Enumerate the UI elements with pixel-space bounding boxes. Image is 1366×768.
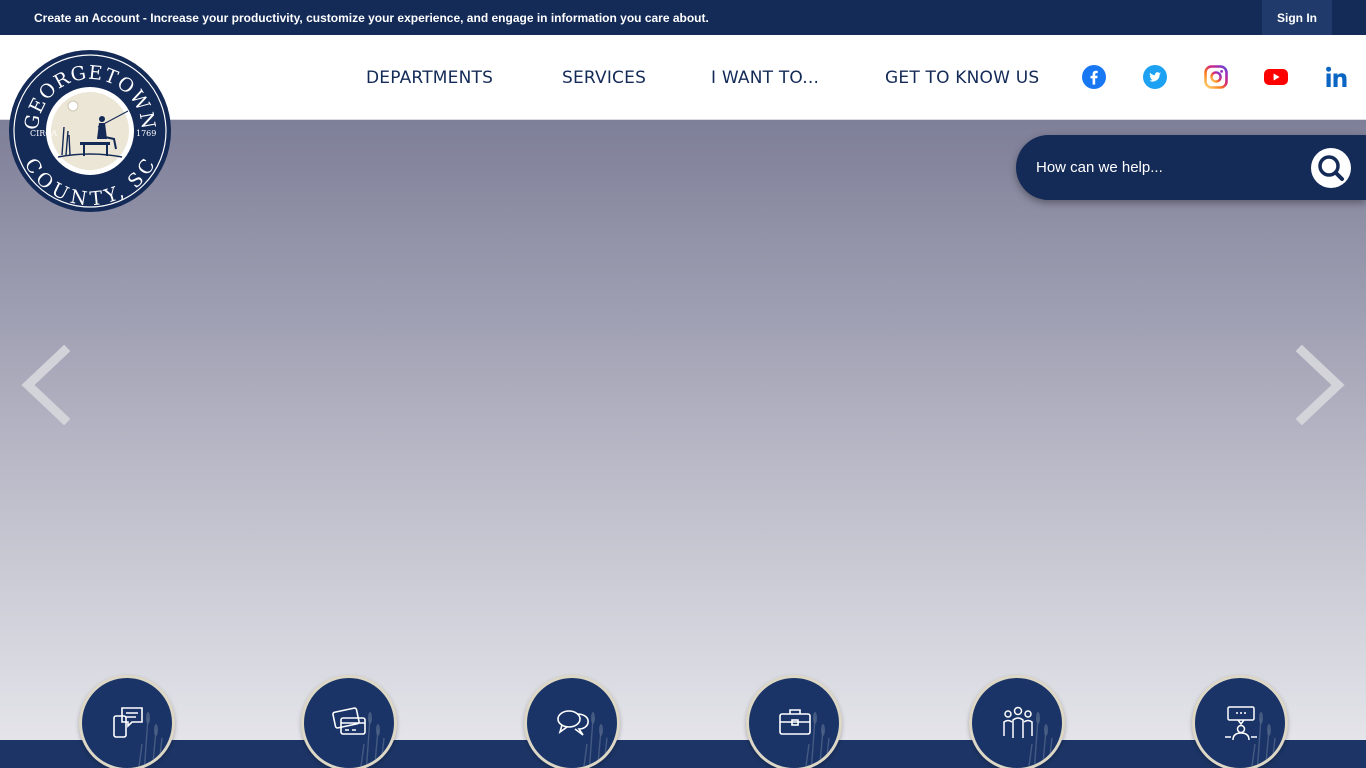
create-account-link[interactable]: Create an Account (34, 11, 140, 25)
presenter-icon (1225, 706, 1257, 740)
seal-circa-text: CIRCA (30, 129, 57, 138)
nav-i-want-to[interactable]: I WANT TO... (711, 35, 819, 120)
account-banner[interactable]: Create an Account - Increase your produc… (34, 11, 709, 25)
nav-services[interactable]: SERVICES (562, 35, 646, 120)
quick-link-contact[interactable] (79, 675, 175, 768)
chat-phone-icon (113, 707, 143, 738)
top-bar: Create an Account - Increase your produc… (0, 0, 1366, 35)
previous-slide-arrow-icon[interactable] (20, 345, 70, 425)
quick-link-meetings[interactable] (1192, 675, 1288, 768)
linkedin-icon[interactable] (1325, 65, 1349, 89)
twitter-icon[interactable] (1143, 65, 1167, 89)
facebook-icon[interactable] (1082, 65, 1106, 89)
credit-card-icon (332, 707, 366, 735)
quick-link-jobs[interactable] (746, 675, 842, 768)
instagram-icon[interactable] (1204, 65, 1228, 89)
quick-link-community[interactable] (969, 675, 1065, 768)
quick-links-band (0, 740, 1366, 768)
quick-link-pay[interactable] (301, 675, 397, 768)
briefcase-icon (779, 709, 811, 735)
sign-in-button[interactable]: Sign In (1262, 0, 1332, 35)
speech-bubbles-icon (557, 710, 589, 736)
account-banner-text: - Increase your productivity, customize … (139, 11, 709, 25)
site-header: DEPARTMENTS SERVICES I WANT TO... GET TO… (0, 35, 1366, 120)
georgetown-county-seal-logo[interactable]: GEORGETOWN COUNTY, SC CIRCA 1769 (8, 49, 172, 213)
search-button[interactable] (1311, 148, 1351, 188)
nav-departments[interactable]: DEPARTMENTS (366, 35, 493, 120)
people-group-icon (1003, 706, 1033, 738)
search-icon (1318, 155, 1344, 181)
nav-get-to-know-us[interactable]: GET TO KNOW US (885, 35, 1039, 120)
quick-link-feedback[interactable] (524, 675, 620, 768)
seal-year-text: 1769 (136, 129, 156, 138)
next-slide-arrow-icon[interactable] (1296, 345, 1346, 425)
hero-banner (0, 120, 1366, 740)
search-input[interactable] (1036, 147, 1306, 187)
youtube-icon[interactable] (1264, 65, 1288, 89)
